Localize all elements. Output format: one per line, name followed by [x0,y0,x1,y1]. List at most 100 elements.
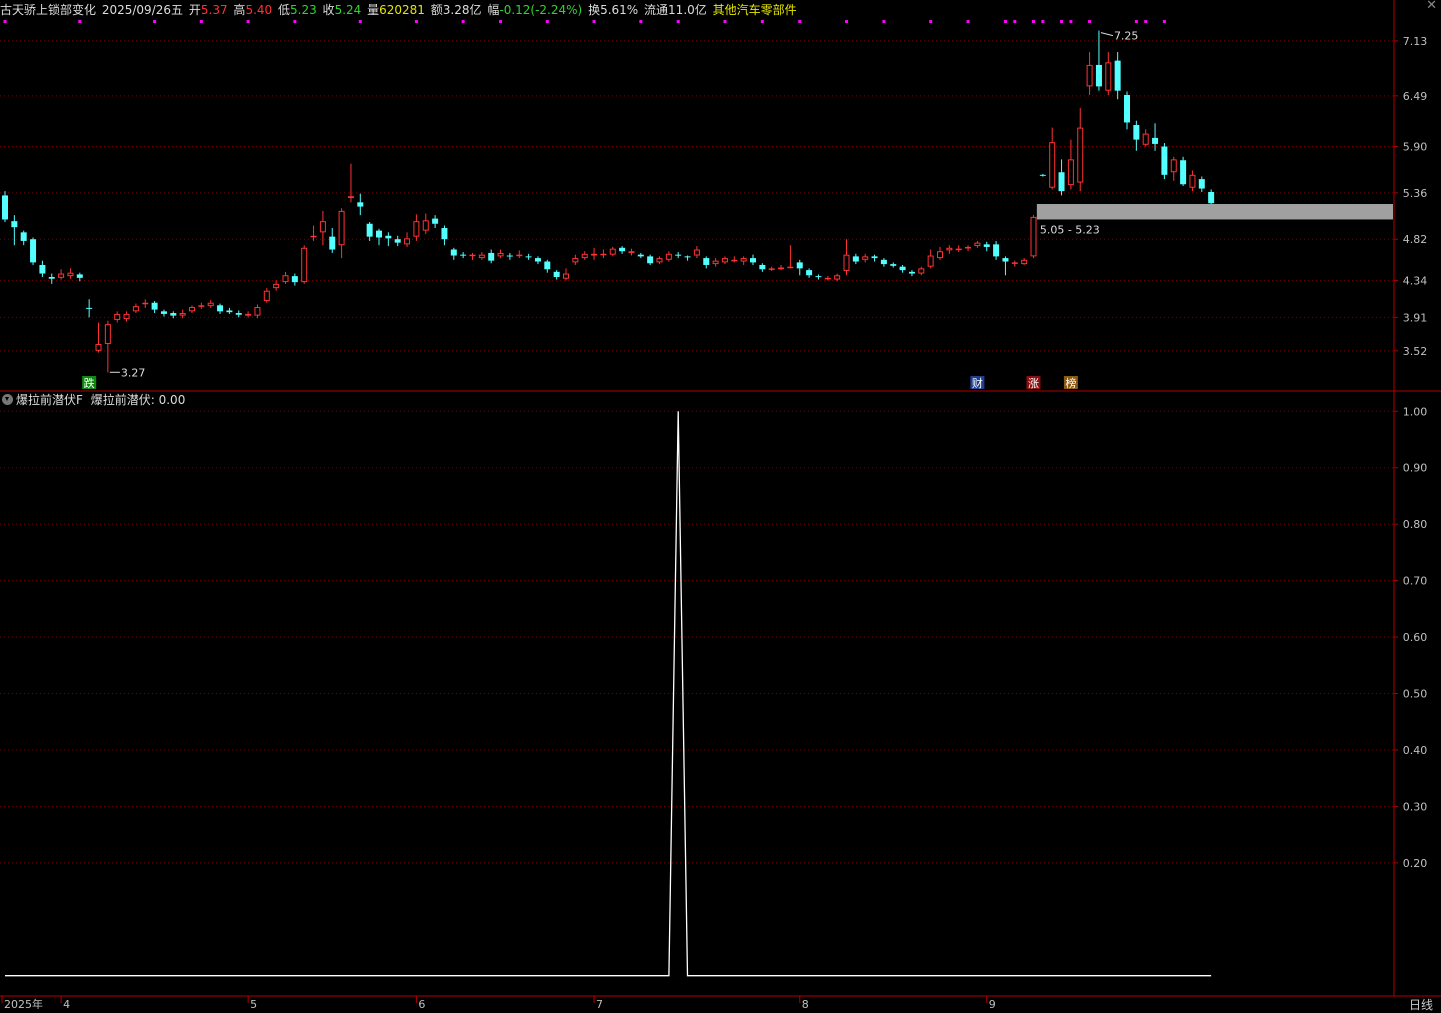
signal-dot [1032,20,1035,23]
candle [132,303,139,314]
candle-body [1030,216,1037,257]
candle-body [245,313,252,316]
candle [609,246,616,257]
candle [647,254,654,265]
indicator-tick-label: 0.80 [1403,518,1428,531]
candle-body [778,267,785,270]
candle-body [263,290,270,302]
candle [1105,52,1112,95]
candle [95,322,102,353]
candle-body [478,254,485,259]
candle-body [544,261,551,270]
candle [170,311,177,319]
event-tag-limit: 涨 [1028,377,1039,390]
candle [226,307,233,314]
candle [310,225,317,241]
candle-body [1011,262,1018,264]
candle-body [572,258,579,263]
candle-body [731,259,738,262]
candle [76,272,83,282]
time-tick-label: 4 [63,998,70,1009]
candle [245,311,252,318]
candle-body [1208,191,1215,204]
amount-value: 3.28亿 [442,3,482,17]
candle-body [1039,174,1046,176]
candle-body [48,276,55,279]
signal-dot [358,20,362,23]
candle-body [347,196,354,199]
indicator-name[interactable]: 爆拉前潜伏F [16,393,83,407]
candle-body [460,254,467,256]
indicator-value: 0.00 [158,393,186,407]
candle [422,213,429,235]
indicator-title[interactable]: 爆拉前潜伏F 爆拉前潜伏: 0.00 [2,392,185,408]
chart-canvas[interactable]: 7.13 6.49 5.90 5.36 4.82 4.34 3.91 3.52 5.05 - 5… [0,0,1441,1009]
candle [637,252,644,259]
candle-body [815,276,822,278]
signal-dot [639,20,643,23]
chart-stage[interactable]: 7.13 6.49 5.90 5.36 4.82 4.34 3.91 3.52 5.05 - 5… [0,0,1441,1012]
candle-body [665,253,672,260]
candle [151,301,158,314]
candle-body [1170,159,1177,173]
candle-body [450,249,457,256]
float-value: 11.0亿 [668,3,707,17]
candle-body [993,244,1000,257]
candle-body [291,276,298,283]
indicator-tick-label: 1.00 [1403,405,1428,418]
candle-body [1124,94,1130,123]
price-tick-label: 6.49 [1403,90,1428,103]
candle [366,222,373,241]
candle [731,256,738,263]
change-value: -0.12(-2.24%) [499,3,583,17]
candle-body [132,306,139,312]
candle-body [114,313,121,320]
close-label: 收 [322,3,335,17]
indicator-tick-label: 0.30 [1403,800,1428,813]
candle-body [506,255,513,257]
high-marker-arrow [1100,32,1114,37]
candle [852,253,859,265]
period-label[interactable]: 日线 [1409,996,1433,1013]
candle-body [647,256,654,264]
candle-body [675,254,682,256]
signal-dot [1069,20,1073,23]
candle-body [160,311,167,314]
signal-dot [1003,20,1007,23]
candle-body [684,256,691,258]
candle [983,241,990,252]
candle-body [1180,160,1187,185]
event-tag-fin: 财 [972,376,983,390]
candle-body [656,258,663,263]
candle [843,239,850,276]
price-tick-label: 3.91 [1403,311,1428,324]
candle-body [432,218,439,224]
candle-body [1002,258,1009,262]
sector-name[interactable]: 其他汽车零部件 [713,3,797,17]
zone-label: 5.05 - 5.23 [1040,223,1100,236]
candle-body [366,223,373,237]
candle-body [759,264,766,270]
signal-dot [545,20,549,23]
candle-body [955,248,962,251]
candle [189,305,195,314]
candle-body [553,271,560,277]
candle-body [768,268,775,270]
signal-dot [845,20,848,23]
time-tick-label: 8 [802,998,809,1009]
signal-dot [1013,20,1017,23]
candle [413,214,420,241]
candle [207,300,214,308]
candle-body [254,307,261,316]
quote-date: 2025/09/26 [101,3,172,17]
candle [955,245,962,253]
candle-body [1086,64,1093,87]
close-icon[interactable]: ✕ [1426,0,1437,13]
candle-body [1058,172,1065,192]
dropdown-icon[interactable] [2,394,13,405]
candle-body [86,307,93,309]
candle [665,251,672,262]
candle-body [712,260,719,265]
candle-body [525,256,532,258]
open-value: 5.37 [200,3,228,17]
